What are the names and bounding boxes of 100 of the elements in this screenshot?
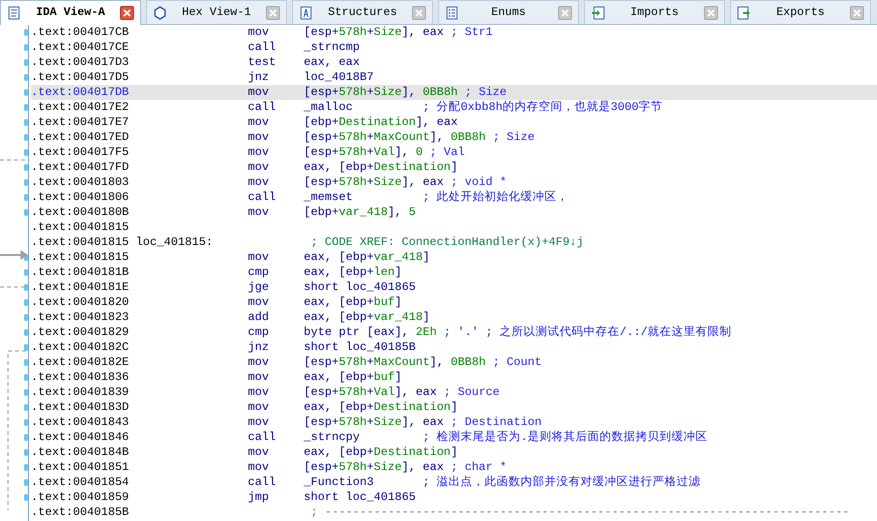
mnemonic: mov — [248, 400, 269, 414]
letter-document-icon — [299, 6, 313, 20]
mnemonic: mov — [248, 415, 269, 429]
comment: ; Size — [492, 130, 535, 145]
operand: eax, [ebp+Destination] — [304, 445, 458, 459]
tab[interactable]: Imports — [584, 0, 725, 24]
mnemonic: jnz — [248, 70, 269, 84]
mnemonic: jmp — [248, 490, 269, 504]
operand: _Function3 — [304, 475, 374, 489]
comment: ; Str1 — [450, 25, 493, 40]
mnemonic: mov — [248, 250, 269, 264]
mnemonic: mov — [248, 130, 269, 144]
address: .text:004017DB — [31, 85, 129, 99]
operand: byte ptr [eax], 2Eh — [304, 325, 437, 339]
operand: [esp+578h+Size], eax — [304, 175, 444, 189]
operand: eax, [ebp+var_418] — [304, 310, 430, 324]
mnemonic: cmp — [248, 325, 269, 339]
address: .text:00401829 — [31, 325, 129, 339]
comment: ; 之所以测试代码中存在/.:/就在这里有限制 — [486, 325, 732, 340]
operand: [ebp+Destination], eax — [304, 115, 458, 129]
operand: eax, [ebp+Destination] — [304, 160, 458, 174]
comment: ; 检测末尾是否为.是则将其后面的数据拷贝到缓冲区 — [422, 430, 708, 445]
comment: ; void * — [450, 175, 507, 190]
operand: eax, [ebp+buf] — [304, 370, 402, 384]
address: .text:00401846 — [31, 430, 129, 444]
operand: _malloc — [304, 100, 353, 114]
mnemonic: call — [248, 40, 276, 54]
mnemonic: test — [248, 55, 276, 69]
address: .text:0040184B — [31, 445, 129, 459]
comment: ; Size — [464, 85, 507, 100]
mnemonic: add — [248, 310, 269, 324]
comment: ; Destination — [450, 415, 542, 430]
address: .text:004017F5 — [31, 145, 129, 159]
operand: short loc_40185B — [304, 340, 416, 354]
address: .text:004017CB — [31, 25, 129, 39]
operand: [esp+578h+Size], 0BB8h — [304, 85, 458, 99]
operand: [esp+578h+Size], eax — [304, 460, 444, 474]
address: .text:00401806 — [31, 190, 129, 204]
address: .text:004017FD — [31, 160, 129, 174]
separator-comment: ; --------------------------------------------------------------------------- — [310, 505, 850, 520]
address: .text:0040185B — [31, 505, 129, 519]
mnemonic: mov — [248, 85, 269, 99]
operand: eax, [ebp+Destination] — [304, 400, 458, 414]
tab[interactable]: Exports — [730, 0, 871, 24]
mnemonic: mov — [248, 25, 269, 39]
address: .text:00401851 — [31, 460, 129, 474]
mnemonic: jnz — [248, 340, 269, 354]
address: .text:00401823 — [31, 310, 129, 324]
mnemonic: mov — [248, 385, 269, 399]
address: .text:00401803 — [31, 175, 129, 189]
tab[interactable]: Enums — [438, 0, 579, 24]
mnemonic: mov — [248, 205, 269, 219]
operand: [esp+578h+Size], eax — [304, 25, 444, 39]
mnemonic: mov — [248, 115, 269, 129]
address: .text:00401815 — [31, 220, 129, 234]
document-icon — [7, 6, 21, 20]
address: .text:00401815 — [31, 235, 129, 249]
address: .text:00401836 — [31, 370, 129, 384]
address: .text:004017D3 — [31, 55, 129, 69]
operand: eax, [ebp+len] — [304, 265, 402, 279]
address: .text:004017E7 — [31, 115, 129, 129]
comment: ; 溢出点，此函数内部并没有对缓冲区进行严格过滤 — [422, 475, 701, 490]
mnemonic: call — [248, 190, 276, 204]
comment: ; '.' — [444, 325, 479, 340]
address: .text:0040180B — [31, 205, 129, 219]
operand: _memset — [304, 190, 353, 204]
tab[interactable]: IDA View-A — [0, 0, 141, 25]
address: .text:00401854 — [31, 475, 129, 489]
operand: [esp+578h+MaxCount], 0BB8h — [304, 355, 486, 369]
address: .text:004017CE — [31, 40, 129, 54]
code-label: loc_401815: — [136, 235, 213, 249]
operand: [esp+578h+Size], eax — [304, 415, 444, 429]
mnemonic: mov — [248, 145, 269, 159]
tab[interactable]: Structures — [292, 0, 433, 24]
operand: [esp+578h+Val], eax — [304, 385, 437, 399]
mnemonic: cmp — [248, 265, 269, 279]
operand: [esp+578h+Val], 0 — [304, 145, 423, 159]
operand: _strncpy — [304, 430, 360, 444]
comment: ; Val — [430, 145, 465, 160]
operand: short loc_401865 — [304, 490, 416, 504]
mnemonic: jge — [248, 280, 269, 294]
address: .text:004017ED — [31, 130, 129, 144]
address: .text:0040182E — [31, 355, 129, 369]
operand: eax, eax — [304, 55, 360, 69]
close-tab-icon[interactable] — [120, 6, 134, 20]
comment: ; 分配0xbb8h的内存空间，也就是3000字节 — [422, 100, 663, 115]
operand: eax, [ebp+buf] — [304, 295, 402, 309]
operand: [esp+578h+MaxCount], 0BB8h — [304, 130, 486, 144]
mnemonic: mov — [248, 445, 269, 459]
address: .text:004017D5 — [31, 70, 129, 84]
mnemonic: call — [248, 100, 276, 114]
address: .text:00401839 — [31, 385, 129, 399]
operand: short loc_401865 — [304, 280, 416, 294]
address: .text:0040182C — [31, 340, 129, 354]
address: .text:00401859 — [31, 490, 129, 504]
tab[interactable]: Hex View-1 — [146, 0, 287, 24]
operand: _strncmp — [304, 40, 360, 54]
address: .text:0040183D — [31, 400, 129, 414]
comment: ; Source — [444, 385, 500, 400]
mnemonic: call — [248, 475, 276, 489]
